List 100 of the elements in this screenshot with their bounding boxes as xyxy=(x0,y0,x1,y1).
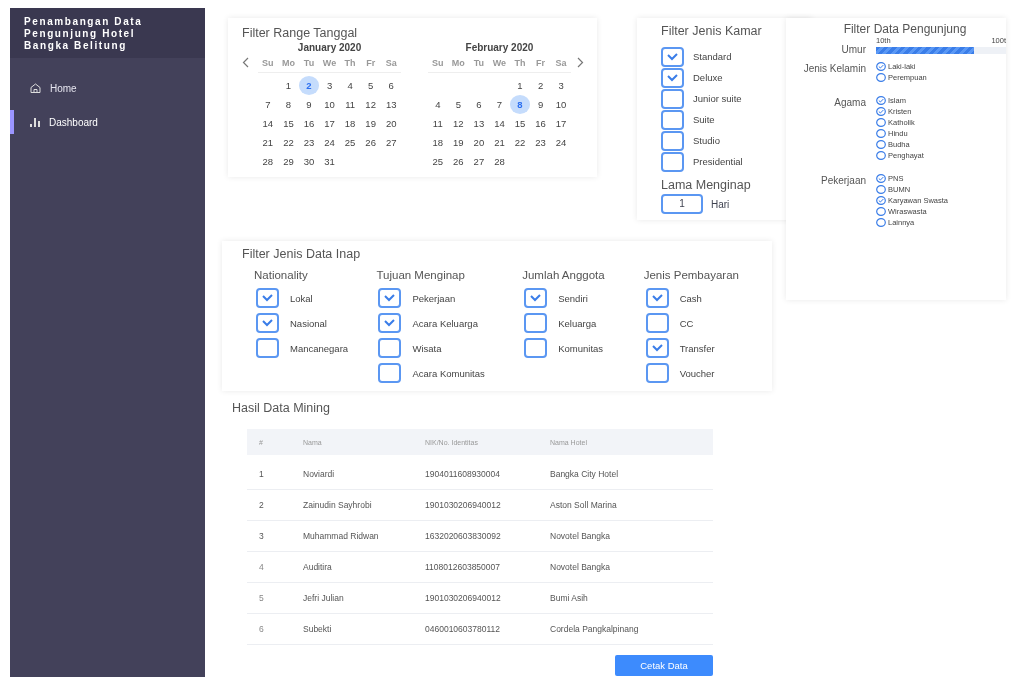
calendar-day[interactable]: 27 xyxy=(380,133,402,152)
calendar-day[interactable]: 23 xyxy=(298,133,320,152)
calendar-day[interactable]: 7 xyxy=(489,95,510,114)
check-icon xyxy=(530,294,542,303)
radio-icon[interactable] xyxy=(876,207,886,216)
calendar-day[interactable]: 11 xyxy=(427,114,449,133)
calendar-day[interactable]: 23 xyxy=(530,133,551,152)
calendar-day[interactable]: 12 xyxy=(448,114,469,133)
calendar-day[interactable]: 1 xyxy=(278,76,299,95)
calendar-day[interactable]: 7 xyxy=(257,95,279,114)
radio-icon[interactable] xyxy=(876,140,886,149)
calendar-day[interactable]: 9 xyxy=(298,95,320,114)
calendar-day[interactable]: 13 xyxy=(380,95,402,114)
checked-radio-icon[interactable] xyxy=(876,107,886,116)
calendar-day[interactable]: 4 xyxy=(427,95,449,114)
calendar-day[interactable]: 24 xyxy=(319,133,340,152)
checked-radio-icon[interactable] xyxy=(876,174,886,183)
weekday-label: We xyxy=(319,58,340,73)
sidebar-item[interactable]: Home xyxy=(10,76,205,100)
calendar-day[interactable]: 8 xyxy=(278,95,299,114)
calendar-day[interactable]: 30 xyxy=(298,152,320,171)
calendar-day[interactable]: 24 xyxy=(550,133,572,152)
calendar-day[interactable]: 18 xyxy=(339,114,361,133)
calendar-day[interactable]: 11 xyxy=(339,95,361,114)
calendar-day[interactable]: 25 xyxy=(427,152,449,171)
calendar-day[interactable]: 12 xyxy=(360,95,381,114)
checkbox[interactable] xyxy=(645,288,669,309)
calendar-day[interactable]: 14 xyxy=(257,114,279,133)
radio-icon[interactable] xyxy=(876,218,886,227)
calendar-day[interactable]: 21 xyxy=(489,133,510,152)
calendar-day[interactable]: 28 xyxy=(489,152,510,171)
calendar-day[interactable]: 26 xyxy=(448,152,469,171)
calendar-day[interactable]: 20 xyxy=(380,114,402,133)
checkbox[interactable] xyxy=(661,67,684,88)
checkbox[interactable] xyxy=(524,288,548,309)
checkbox[interactable] xyxy=(645,338,669,359)
calendar-day[interactable]: 2 xyxy=(530,76,551,95)
sidebar-item[interactable]: Dashboard xyxy=(10,110,205,134)
calendar-day[interactable]: 26 xyxy=(360,133,381,152)
calendar-day[interactable]: 13 xyxy=(468,114,490,133)
checkbox[interactable] xyxy=(661,109,684,130)
calendar-day[interactable]: 27 xyxy=(468,152,490,171)
calendar-day[interactable]: 5 xyxy=(360,76,381,95)
nights-input[interactable]: 1 xyxy=(661,194,703,214)
calendar-day[interactable]: 10 xyxy=(319,95,340,114)
calendar-day[interactable]: 17 xyxy=(319,114,340,133)
calendar-day[interactable]: 15 xyxy=(509,114,531,133)
calendar-day[interactable]: 4 xyxy=(339,76,361,95)
radio-icon[interactable] xyxy=(876,73,886,82)
calendar-day[interactable]: 22 xyxy=(509,133,531,152)
calendar-day[interactable]: 16 xyxy=(298,114,320,133)
calendar-day[interactable]: 6 xyxy=(380,76,402,95)
checkbox[interactable] xyxy=(645,313,669,334)
checkbox[interactable] xyxy=(661,151,684,172)
calendar-day[interactable]: 19 xyxy=(448,133,469,152)
calendar-day[interactable]: 25 xyxy=(339,133,361,152)
checked-radio-icon[interactable] xyxy=(876,196,886,205)
radio-icon[interactable] xyxy=(876,151,886,160)
calendar-day[interactable]: 22 xyxy=(278,133,299,152)
calendar-day[interactable]: 17 xyxy=(550,114,572,133)
checkbox[interactable] xyxy=(256,338,279,359)
calendar-day[interactable]: 29 xyxy=(278,152,299,171)
sidebar-item-label: Home xyxy=(50,82,77,94)
calendar-day[interactable]: 3 xyxy=(319,76,340,95)
calendar-day[interactable]: 15 xyxy=(278,114,299,133)
radio-icon[interactable] xyxy=(876,185,886,194)
chevron-left-icon[interactable] xyxy=(242,57,249,68)
checkbox[interactable] xyxy=(378,313,402,334)
checked-radio-icon[interactable] xyxy=(876,62,886,71)
calendar-day[interactable]: 31 xyxy=(319,152,340,171)
radio-icon[interactable] xyxy=(876,129,886,138)
checkbox[interactable] xyxy=(256,313,279,334)
calendar-day[interactable]: 28 xyxy=(257,152,279,171)
checkbox[interactable] xyxy=(378,338,402,359)
calendar-day[interactable]: 1 xyxy=(509,76,531,95)
calendar-day[interactable]: 9 xyxy=(530,95,551,114)
checkbox[interactable] xyxy=(645,363,669,384)
checkbox[interactable] xyxy=(256,288,279,309)
checkbox[interactable] xyxy=(524,313,548,334)
checkbox[interactable] xyxy=(524,338,548,359)
calendar-day[interactable]: 3 xyxy=(550,76,572,95)
calendar-day[interactable]: 19 xyxy=(360,114,381,133)
checkbox[interactable] xyxy=(661,88,684,109)
calendar-day[interactable]: 18 xyxy=(427,133,449,152)
checkbox[interactable] xyxy=(378,363,402,384)
calendar-day[interactable]: 5 xyxy=(448,95,469,114)
checkbox[interactable] xyxy=(661,46,684,67)
checkbox[interactable] xyxy=(378,288,402,309)
calendar-day[interactable]: 14 xyxy=(489,114,510,133)
age-slider[interactable] xyxy=(876,47,1006,54)
calendar-day[interactable]: 21 xyxy=(257,133,279,152)
calendar-day[interactable]: 6 xyxy=(468,95,490,114)
card-title: Filter Range Tanggal xyxy=(242,26,359,40)
calendar-day[interactable]: 16 xyxy=(530,114,551,133)
radio-icon[interactable] xyxy=(876,118,886,127)
calendar-day[interactable]: 10 xyxy=(550,95,572,114)
checked-radio-icon[interactable] xyxy=(876,96,886,105)
calendar-day[interactable]: 20 xyxy=(468,133,490,152)
chevron-right-icon[interactable] xyxy=(577,57,585,68)
checkbox[interactable] xyxy=(661,130,684,151)
